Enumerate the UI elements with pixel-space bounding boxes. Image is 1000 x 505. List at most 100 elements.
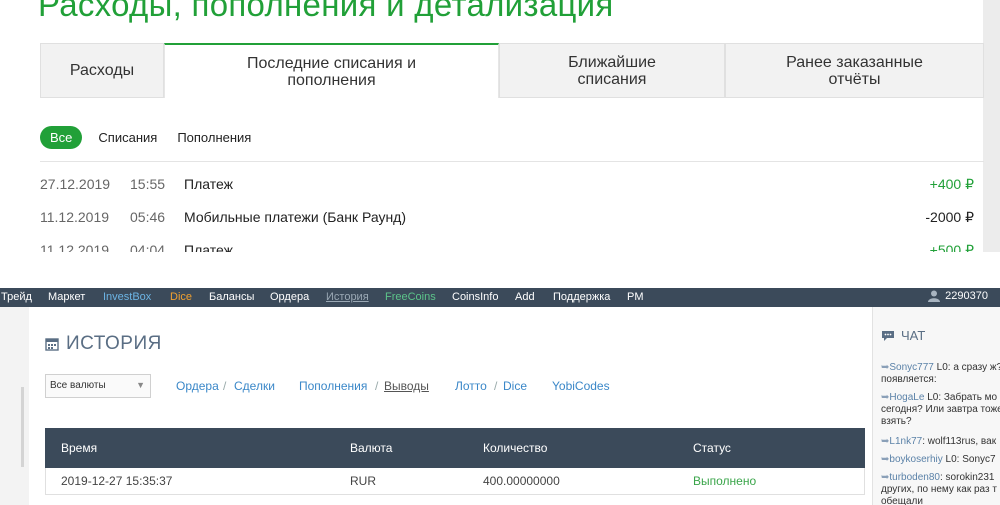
- nav-history[interactable]: История: [326, 291, 369, 303]
- nav-pm[interactable]: PM: [627, 291, 644, 303]
- tab-expenses[interactable]: Расходы: [40, 43, 164, 98]
- cell-currency: RUR: [350, 474, 376, 488]
- chat-bubble-icon: [882, 330, 894, 341]
- cell-status: Выполнено: [693, 474, 757, 488]
- chat-text: сегодня? Или завтра тоже: [881, 404, 1000, 415]
- table-header: Время Валюта Количество Статус: [45, 428, 865, 468]
- link-separator: /: [375, 379, 379, 393]
- nav-add[interactable]: Add: [515, 291, 535, 303]
- top-nav: Трейд Маркет InvestBox Dice Балансы Орде…: [0, 288, 1000, 307]
- tx-time: 05:46: [130, 209, 166, 225]
- col-currency[interactable]: Валюта: [350, 441, 392, 455]
- tx-name: Платеж: [184, 242, 233, 252]
- tab-recent-label: Последние списания и пополнения: [246, 54, 417, 89]
- chat-message-cont: сегодня? Или завтра тоже: [881, 404, 1000, 416]
- link-yobicodes[interactable]: YobiCodes: [552, 379, 610, 393]
- filter-credits[interactable]: Пополнения: [173, 130, 255, 145]
- bank-panel: Расходы, пополнения и детализация Расход…: [0, 0, 1000, 252]
- tx-time: 15:55: [130, 176, 166, 192]
- chat-message-cont: других, по нему как раз т: [881, 484, 1000, 496]
- filter-all[interactable]: Все: [40, 125, 83, 149]
- history-title: ИСТОРИЯ: [66, 333, 162, 354]
- chat-heading: ЧАТ: [881, 328, 925, 343]
- table-row: 2019-12-27 15:35:37 RUR 400.00000000 Вып…: [45, 468, 865, 495]
- nav-trade[interactable]: Трейд: [1, 291, 32, 303]
- col-amount[interactable]: Количество: [483, 441, 547, 455]
- chat-nick[interactable]: Sonyc777: [889, 362, 933, 373]
- chat-text: обещали: [881, 496, 923, 505]
- transaction-row[interactable]: 11.12.2019 05:46 Мобильные платежи (Банк…: [40, 209, 974, 229]
- chat-nick[interactable]: L1nk77: [889, 436, 922, 447]
- nav-freecoins[interactable]: FreeCoins: [385, 291, 436, 303]
- chat-message-cont: обещали: [881, 496, 1000, 505]
- chat-message-cont: появляется:: [881, 374, 1000, 386]
- chat-panel: ЧАТ ➥Sonyc777 L0: а сразу ж? появляется:…: [872, 307, 1000, 505]
- transaction-row[interactable]: 27.12.2019 15:55 Платеж +400 ₽: [40, 176, 974, 196]
- chat-message[interactable]: ➥Sonyc777 L0: а сразу ж?: [881, 362, 1000, 374]
- page-title: Расходы, пополнения и детализация: [38, 0, 614, 23]
- history-heading: ИСТОРИЯ: [45, 333, 162, 355]
- chat-text: появляется:: [881, 374, 937, 385]
- nav-orders[interactable]: Ордера: [270, 291, 309, 303]
- tx-time: 04:04: [130, 242, 166, 252]
- tab-reports-label: Ранее заказанные отчёты: [786, 53, 923, 88]
- nav-support[interactable]: Поддержка: [553, 291, 610, 303]
- nav-balances[interactable]: Балансы: [209, 291, 254, 303]
- chat-title: ЧАТ: [901, 328, 926, 343]
- currency-select[interactable]: Все валюты ▼: [45, 374, 151, 398]
- chat-text: L0: Sonyc7: [942, 454, 996, 465]
- col-time[interactable]: Время: [61, 441, 97, 455]
- history-section: ИСТОРИЯ Все валюты ▼ Ордера / Сделки Поп…: [29, 307, 872, 505]
- link-separator: /: [223, 379, 227, 393]
- currency-select-value: Все валюты: [50, 380, 106, 391]
- user-icon: [928, 290, 941, 302]
- page-edge: [983, 0, 1000, 252]
- nav-coinsinfo[interactable]: CoinsInfo: [452, 291, 498, 303]
- chat-message[interactable]: ➥HogaLe L0: Забрать мо: [881, 392, 1000, 404]
- chat-text: : sorokin231: [940, 472, 995, 483]
- filter-debits[interactable]: Списания: [94, 130, 161, 145]
- chat-nick[interactable]: HogaLe: [889, 392, 924, 403]
- link-orders[interactable]: Ордера: [176, 379, 219, 393]
- col-status[interactable]: Статус: [693, 441, 731, 455]
- nav-market[interactable]: Маркет: [48, 291, 85, 303]
- nav-investbox[interactable]: InvestBox: [103, 291, 151, 303]
- chat-nick[interactable]: turboden80: [889, 472, 940, 483]
- tab-upcoming-label: Ближайшие списания: [568, 53, 656, 88]
- tx-date: 11.12.2019: [40, 209, 110, 225]
- tab-upcoming[interactable]: Ближайшие списания: [499, 43, 725, 98]
- tab-recent[interactable]: Последние списания и пополнения: [164, 43, 499, 98]
- link-withdrawals[interactable]: Выводы: [384, 379, 429, 393]
- chat-message[interactable]: ➥L1nk77: wolf113rus, вак: [881, 436, 1000, 448]
- tx-amount: +500 ₽: [929, 242, 974, 252]
- chat-text: L0: а сразу ж?: [933, 362, 1000, 373]
- link-separator: /: [494, 379, 498, 393]
- chat-message-cont: взять?: [881, 416, 1000, 428]
- tabs: Расходы Последние списания и пополнения …: [40, 43, 984, 98]
- scrollbar[interactable]: [21, 387, 24, 467]
- chat-message[interactable]: ➥boykoserhiy L0: Sonyc7: [881, 454, 1000, 466]
- cell-amount: 400.00000000: [483, 474, 560, 488]
- link-dice[interactable]: Dice: [503, 379, 527, 393]
- link-lotto[interactable]: Лотто: [455, 379, 487, 393]
- nav-dice[interactable]: Dice: [170, 291, 192, 303]
- divider: [40, 161, 984, 162]
- transaction-row[interactable]: 11.12.2019 04:04 Платеж +500 ₽: [40, 242, 974, 252]
- tab-reports[interactable]: Ранее заказанные отчёты: [725, 43, 984, 98]
- chat-text: : wolf113rus, вак: [922, 436, 997, 447]
- cell-time: 2019-12-27 15:35:37: [61, 474, 173, 488]
- chevron-down-icon: ▼: [136, 380, 145, 390]
- tx-amount: -2000 ₽: [925, 209, 974, 225]
- chat-nick[interactable]: boykoserhiy: [889, 454, 942, 465]
- chat-message[interactable]: ➥turboden80: sorokin231: [881, 472, 1000, 484]
- link-deposits[interactable]: Пополнения: [299, 379, 367, 393]
- chat-text: L0: Забрать мо: [924, 392, 998, 403]
- tx-amount: +400 ₽: [929, 176, 974, 192]
- chat-text: других, по нему как раз т: [881, 484, 997, 495]
- tx-date: 27.12.2019: [40, 176, 111, 192]
- user-menu[interactable]: 2290370: [928, 290, 988, 302]
- filter-bar: Все Списания Пополнения: [40, 125, 255, 149]
- link-deals[interactable]: Сделки: [234, 379, 275, 393]
- chat-text: взять?: [881, 416, 912, 427]
- left-sidebar: [0, 307, 30, 505]
